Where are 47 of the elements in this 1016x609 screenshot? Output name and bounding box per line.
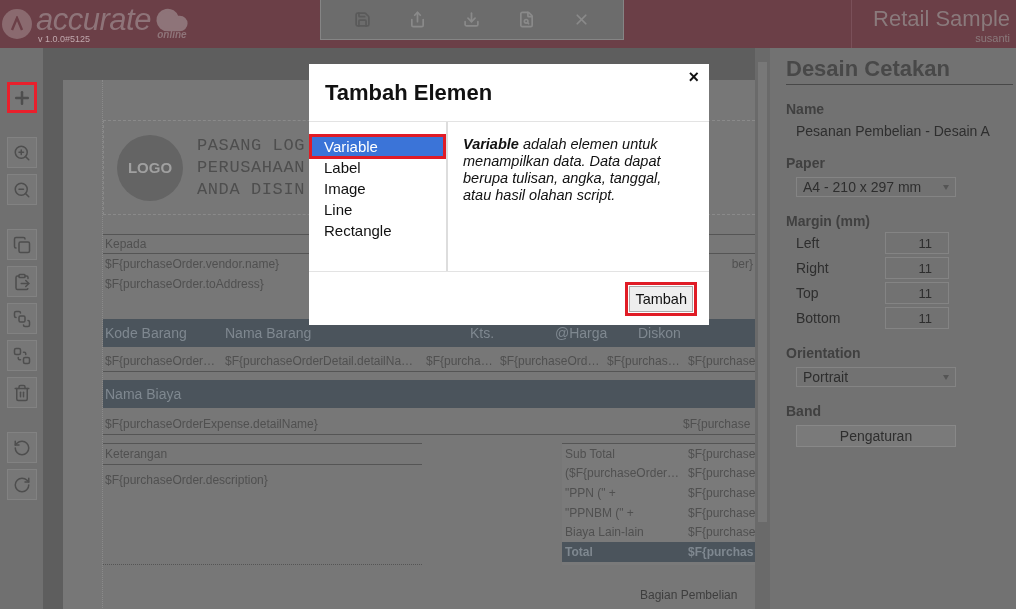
undo-button[interactable] <box>6 432 37 463</box>
element-description: Variable adalah elemen untuk menampilkan data. Data dapat berupa tulisan, angka, tanggal, atau hasil olahan script. <box>462 135 663 205</box>
bring-to-front-button[interactable] <box>6 303 37 334</box>
zoom-out-button[interactable] <box>6 174 37 205</box>
version-text: v 1.0.0#5125 <box>38 35 92 44</box>
paste-button[interactable] <box>6 266 37 297</box>
send-to-back-icon <box>12 346 31 365</box>
zoom-out-icon <box>12 180 31 199</box>
element-type-item[interactable]: Image <box>311 178 444 199</box>
delete-button[interactable] <box>6 377 37 408</box>
company-logo: LOGO <box>117 134 183 201</box>
file-search-icon <box>518 11 536 28</box>
name-value: Pesanan Pembelian - Desain A <box>796 123 991 139</box>
share-icon <box>408 11 426 28</box>
download-icon <box>463 11 481 28</box>
element-type-item[interactable]: Line <box>311 199 444 220</box>
company-name: Retail Sample <box>873 6 1010 32</box>
clipboard-icon <box>12 272 31 291</box>
margin-input[interactable]: 11 <box>885 257 949 279</box>
zoom-in-button[interactable] <box>6 137 37 168</box>
margin-label: Bottom <box>796 310 842 326</box>
copy-button[interactable] <box>6 229 37 260</box>
paper-select[interactable]: A4 - 210 x 297 mm <box>796 177 956 197</box>
margin-input[interactable]: 11 <box>885 282 949 304</box>
close-button[interactable]: × <box>684 67 703 88</box>
element-type-item[interactable]: Variable <box>311 136 444 157</box>
user-name: susanti <box>975 32 1010 44</box>
redo-button[interactable] <box>6 469 37 500</box>
margin-label: Left <box>796 235 821 251</box>
margin-label: Right <box>796 260 830 276</box>
orientation-select[interactable]: Portrait <box>796 367 956 387</box>
send-to-back-button[interactable] <box>6 340 37 371</box>
signature-label: Bagian Pembelian <box>640 588 739 602</box>
margin-input[interactable]: 11 <box>885 232 949 254</box>
scrollbar[interactable] <box>755 48 770 609</box>
copy-icon <box>12 235 31 254</box>
margin-input[interactable]: 11 <box>885 307 949 329</box>
undo-icon <box>12 438 31 457</box>
add-button[interactable] <box>6 82 37 113</box>
element-type-item[interactable]: Label <box>311 157 444 178</box>
trash-icon <box>12 383 31 402</box>
dialog-title: Tambah Elemen <box>325 79 493 106</box>
margin-label: Top <box>796 285 820 301</box>
bring-to-front-icon <box>12 309 31 328</box>
settings-button[interactable]: Pengaturan <box>796 425 956 447</box>
redo-icon <box>12 475 31 494</box>
zoom-in-icon <box>12 143 31 162</box>
